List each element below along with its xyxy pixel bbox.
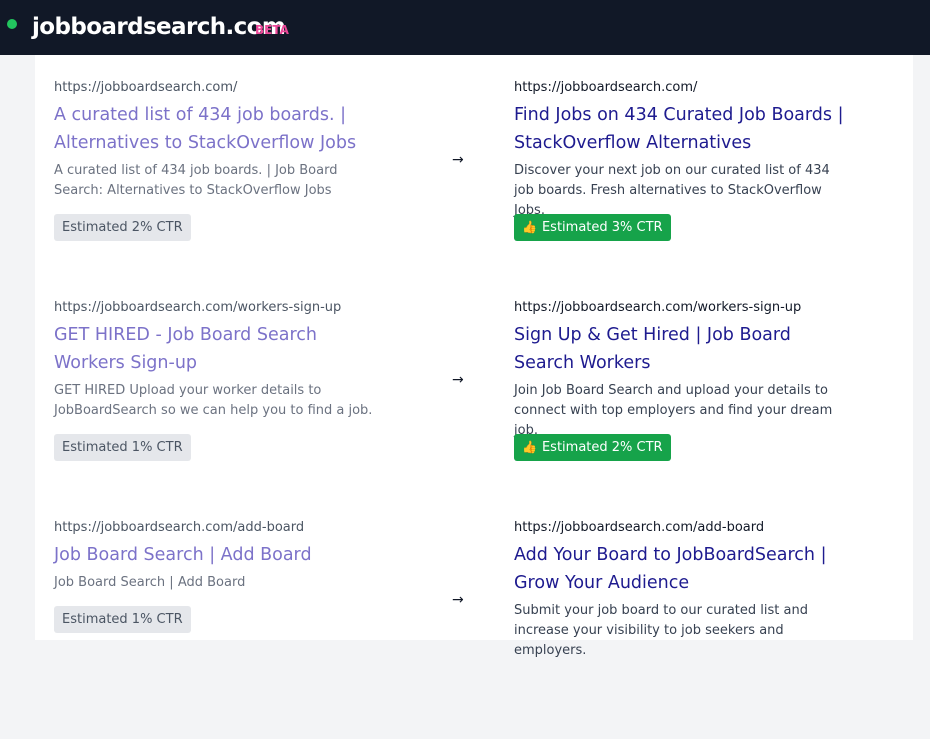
ctr-label: Estimated 3% CTR (541, 220, 663, 235)
results-panel: https://jobboardsearch.com/ A curated li… (35, 55, 913, 658)
result-title-link[interactable]: Job Board Search | Add Board (54, 541, 389, 569)
ctr-label: Estimated 2% CTR (62, 220, 183, 235)
result-url: https://jobboardsearch.com/workers-sign-… (514, 300, 802, 315)
improved-result: https://jobboardsearch.com/ Find Jobs on… (514, 79, 849, 221)
result-title-link[interactable]: Find Jobs on 434 Curated Job Boards | St… (514, 101, 849, 157)
original-result: https://jobboardsearch.com/ A curated li… (54, 79, 389, 201)
comparison-row: https://jobboardsearch.com/ A curated li… (35, 79, 913, 299)
result-title-link[interactable]: Add Your Board to JobBoardSearch | Grow … (514, 541, 849, 597)
ctr-label: Estimated 1% CTR (62, 440, 183, 455)
ctr-improved-badge: 👍 Estimated 2% CTR (514, 434, 671, 461)
thumbs-up-icon: 👍 (522, 220, 537, 234)
top-bar: jobboardsearch.com BETA (0, 0, 930, 55)
result-description: Discover your next job on our curated li… (514, 163, 830, 218)
result-title-link[interactable]: A curated list of 434 job boards. | Alte… (54, 101, 389, 157)
result-description: Join Job Board Search and upload your de… (514, 383, 833, 438)
result-description: A curated list of 434 job boards. | Job … (54, 163, 338, 198)
result-description: Job Board Search | Add Board (54, 575, 246, 590)
improved-result: https://jobboardsearch.com/workers-sign-… (514, 299, 849, 441)
status-dot-icon (7, 19, 17, 29)
result-url: https://jobboardsearch.com/workers-sign-… (54, 300, 342, 315)
result-description: GET HIRED Upload your worker details to … (54, 383, 373, 418)
arrow-right-icon: → (452, 152, 464, 168)
arrow-right-icon: → (452, 592, 464, 608)
ctr-estimate-badge: Estimated 1% CTR (54, 606, 191, 633)
ctr-improved-badge: 👍 Estimated 3% CTR (514, 214, 671, 241)
comparison-row: https://jobboardsearch.com/workers-sign-… (35, 299, 913, 519)
original-result: https://jobboardsearch.com/workers-sign-… (54, 299, 389, 421)
ctr-label: Estimated 1% CTR (62, 612, 183, 627)
original-result: https://jobboardsearch.com/add-board Job… (54, 519, 389, 593)
result-title-link[interactable]: Sign Up & Get Hired | Job Board Search W… (514, 321, 849, 377)
result-url: https://jobboardsearch.com/add-board (514, 520, 765, 535)
ctr-estimate-badge: Estimated 2% CTR (54, 214, 191, 241)
arrow-right-icon: → (452, 372, 464, 388)
ctr-estimate-badge: Estimated 1% CTR (54, 434, 191, 461)
result-description: Submit your job board to our curated lis… (514, 603, 808, 658)
result-url: https://jobboardsearch.com/ (54, 80, 238, 95)
ctr-label: Estimated 2% CTR (541, 440, 663, 455)
beta-badge: BETA (255, 23, 289, 37)
result-url: https://jobboardsearch.com/ (514, 80, 698, 95)
result-title-link[interactable]: GET HIRED - Job Board Search Workers Sig… (54, 321, 389, 377)
result-url: https://jobboardsearch.com/add-board (54, 520, 305, 535)
comparison-row: https://jobboardsearch.com/add-board Job… (35, 519, 913, 739)
thumbs-up-icon: 👍 (522, 440, 537, 454)
site-brand[interactable]: jobboardsearch.com (32, 12, 286, 42)
